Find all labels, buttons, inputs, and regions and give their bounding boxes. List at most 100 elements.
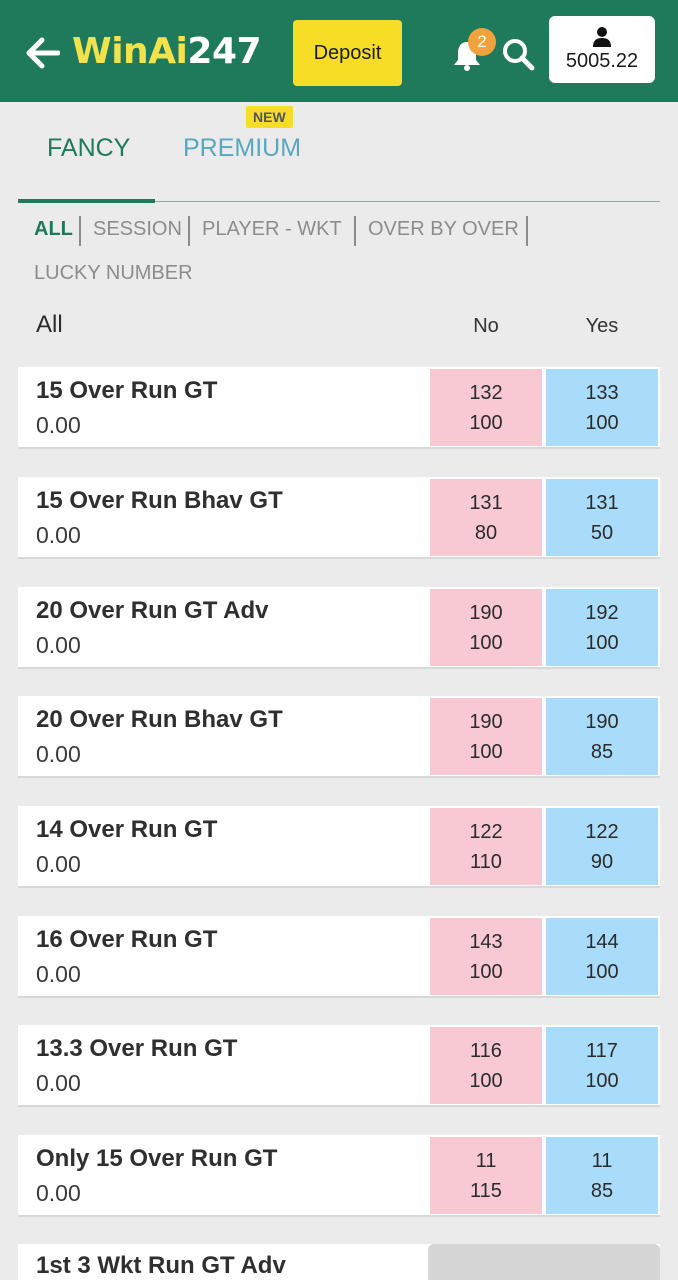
yes-odds-cell[interactable]: 190 85 (546, 698, 658, 775)
no-odds-cell[interactable]: 190 100 (430, 589, 542, 666)
filter-player-wkt[interactable]: PLAYER - WKT (202, 218, 342, 241)
yes-size: 100 (585, 960, 619, 983)
no-size: 80 (474, 521, 498, 544)
market-name: 20 Over Run GT Adv (36, 597, 269, 624)
market-position: 0.00 (36, 741, 81, 767)
no-size: 115 (470, 1179, 502, 1202)
logo-ai: Ai (148, 30, 188, 72)
yes-odds-cell[interactable]: 131 50 (546, 479, 658, 556)
user-icon (593, 27, 611, 47)
filter-divider (526, 216, 528, 246)
market-row: Only 15 Over Run GT 0.00 11 115 11 85 (18, 1135, 660, 1217)
no-odds: 132 (469, 381, 503, 404)
yes-size: 100 (585, 1069, 619, 1092)
no-odds: 116 (470, 1039, 502, 1062)
yes-size: 90 (590, 850, 614, 873)
no-odds: 11 (475, 1149, 497, 1172)
market-position: 0.00 (36, 522, 81, 548)
market-position: 0.00 (36, 961, 81, 987)
top-bar: Win Ai 247 Deposit 2 5005.22 (0, 0, 678, 102)
market-name: Only 15 Over Run GT (36, 1145, 278, 1172)
no-odds-cell[interactable]: 131 80 (430, 479, 542, 556)
yes-odds: 122 (585, 820, 619, 843)
yes-odds-cell[interactable]: 122 90 (546, 808, 658, 885)
market-row: 14 Over Run GT 0.00 122 110 122 90 (18, 806, 660, 888)
market-name: 1st 3 Wkt Run GT Adv (36, 1252, 286, 1279)
filter-lucky-number[interactable]: LUCKY NUMBER (34, 262, 193, 285)
market-name: 20 Over Run Bhav GT (36, 706, 283, 733)
yes-odds: 117 (586, 1039, 618, 1062)
yes-odds-cell[interactable]: 117 100 (546, 1027, 658, 1104)
market-name: 16 Over Run GT (36, 926, 218, 953)
column-header-no: No (473, 315, 499, 337)
no-odds: 190 (469, 601, 503, 624)
no-size: 100 (469, 740, 503, 763)
yes-size: 100 (585, 631, 619, 654)
market-name: 13.3 Over Run GT (36, 1035, 238, 1062)
yes-odds-cell[interactable]: 144 100 (546, 918, 658, 995)
filter-divider (79, 216, 81, 246)
yes-odds: 133 (585, 381, 619, 404)
no-size: 100 (469, 960, 503, 983)
yes-size: 50 (590, 521, 614, 544)
no-odds-cell[interactable]: 143 100 (430, 918, 542, 995)
notification-badge: 2 (468, 28, 496, 56)
market-tabs: FANCY PREMIUM NEW (18, 106, 660, 203)
market-position: 0.00 (36, 851, 81, 877)
yes-odds-cell[interactable]: 192 100 (546, 589, 658, 666)
filter-all[interactable]: ALL (34, 218, 73, 241)
yes-size: 85 (590, 1179, 614, 1202)
logo-win: Win (72, 30, 149, 72)
market-row: 13.3 Over Run GT 0.00 116 100 117 100 (18, 1025, 660, 1107)
market-position: 0.00 (36, 1070, 81, 1096)
yes-odds-cell[interactable]: 11 85 (546, 1137, 658, 1214)
back-arrow-icon[interactable] (24, 36, 60, 70)
yes-odds: 192 (585, 601, 619, 624)
filter-over-by-over[interactable]: OVER BY OVER (368, 218, 519, 241)
search-icon[interactable] (500, 36, 536, 72)
no-odds: 122 (469, 820, 503, 843)
yes-size: 100 (585, 411, 619, 434)
yes-odds: 11 (591, 1149, 613, 1172)
logo[interactable]: Win Ai 247 (72, 26, 262, 76)
no-odds: 143 (469, 930, 503, 953)
market-name: 14 Over Run GT (36, 816, 218, 843)
filter-divider (354, 216, 356, 246)
logo-number: 247 (187, 30, 262, 72)
yes-odds: 190 (585, 710, 619, 733)
yes-size: 85 (590, 740, 614, 763)
no-odds: 131 (469, 491, 503, 514)
deposit-button[interactable]: Deposit (293, 20, 402, 86)
market-position: 0.00 (36, 412, 81, 438)
no-odds-cell[interactable]: 122 110 (430, 808, 542, 885)
yes-odds: 144 (585, 930, 619, 953)
tab-fancy[interactable]: FANCY (47, 134, 130, 163)
no-size: 100 (469, 411, 503, 434)
active-tab-indicator (18, 199, 155, 203)
tab-premium[interactable]: PREMIUM (183, 134, 301, 163)
balance-button[interactable]: 5005.22 (549, 16, 655, 83)
market-row: 15 Over Run Bhav GT 0.00 131 80 131 50 (18, 477, 660, 559)
section-title: All (36, 311, 63, 338)
yes-odds: 131 (585, 491, 619, 514)
suspended-cell (428, 1244, 660, 1280)
market-name: 15 Over Run Bhav GT (36, 487, 283, 514)
no-odds-cell[interactable]: 132 100 (430, 369, 542, 446)
market-position: 0.00 (36, 1180, 81, 1206)
market-row: 15 Over Run GT 0.00 132 100 133 100 (18, 367, 660, 449)
filter-divider (188, 216, 190, 246)
no-odds-cell[interactable]: 11 115 (430, 1137, 542, 1214)
market-row: 1st 3 Wkt Run GT Adv (18, 1244, 660, 1280)
market-name: 15 Over Run GT (36, 377, 218, 404)
new-badge: NEW (246, 106, 293, 128)
no-odds-cell[interactable]: 116 100 (430, 1027, 542, 1104)
market-row: 20 Over Run Bhav GT 0.00 190 100 190 85 (18, 696, 660, 778)
yes-odds-cell[interactable]: 133 100 (546, 369, 658, 446)
balance-amount: 5005.22 (565, 50, 639, 72)
no-size: 110 (470, 850, 502, 873)
filter-session[interactable]: SESSION (93, 218, 182, 241)
no-odds: 190 (469, 710, 503, 733)
no-size: 100 (469, 631, 503, 654)
no-odds-cell[interactable]: 190 100 (430, 698, 542, 775)
market-row: 16 Over Run GT 0.00 143 100 144 100 (18, 916, 660, 998)
